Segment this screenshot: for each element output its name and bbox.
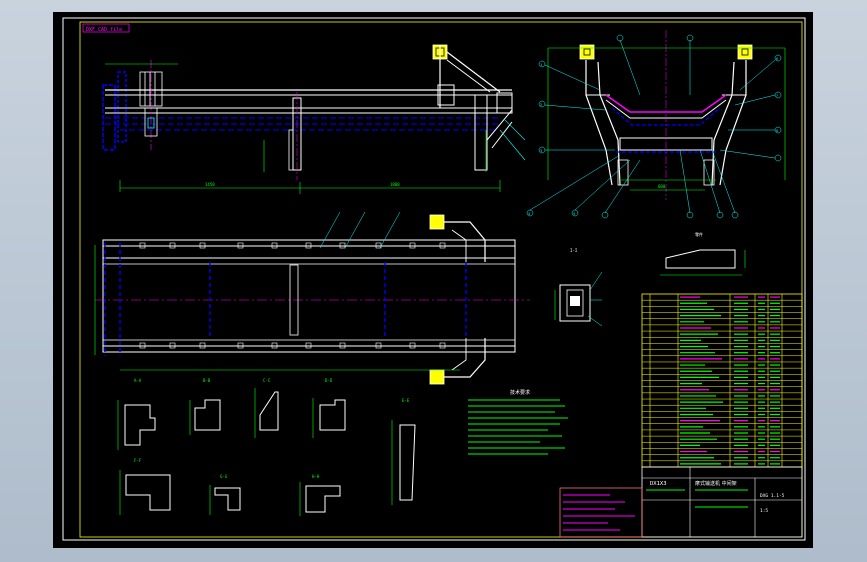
balloon-6: 6: [776, 57, 778, 61]
cad-canvas[interactable]: DXF CAD file 1450 1800 600 1 2 3 4 5 6 7…: [0, 0, 867, 562]
balloon-4: 4: [528, 212, 530, 216]
balloon-7: 7: [776, 94, 778, 98]
balloon-2: 2: [540, 103, 542, 107]
stamp-label: DXF CAD file: [86, 27, 122, 33]
balloon-3: 3: [540, 149, 542, 153]
label-C: C-C: [263, 378, 271, 383]
company-name: DX1X3: [650, 481, 667, 487]
detail-label-I: I-I: [570, 248, 578, 253]
label-F: F-F: [134, 458, 142, 463]
label-E: E-E: [402, 398, 410, 403]
dim-front-2: 1800: [390, 182, 400, 187]
balloon-1: 1: [540, 63, 542, 67]
label-B: B-B: [203, 378, 211, 383]
label-A: A-A: [134, 378, 142, 383]
dim-side-1: 600: [658, 184, 666, 189]
drawing-background: [53, 12, 813, 548]
dim-front-1: 1450: [205, 182, 215, 187]
tech-requirements-title: 技术要求: [510, 389, 530, 396]
label-G: G-G: [220, 474, 228, 479]
label-D: D-D: [325, 378, 333, 383]
balloon-8: 8: [776, 129, 778, 133]
part-detail-label: 零件: [695, 231, 703, 237]
drawing-number: DXG 1.1-5: [760, 493, 785, 499]
drawing-title: 摩式输送机 中间架: [695, 480, 737, 487]
balloon-5: 5: [573, 212, 575, 216]
scale-label: 1:5: [760, 508, 768, 514]
label-H: H-H: [312, 474, 320, 479]
